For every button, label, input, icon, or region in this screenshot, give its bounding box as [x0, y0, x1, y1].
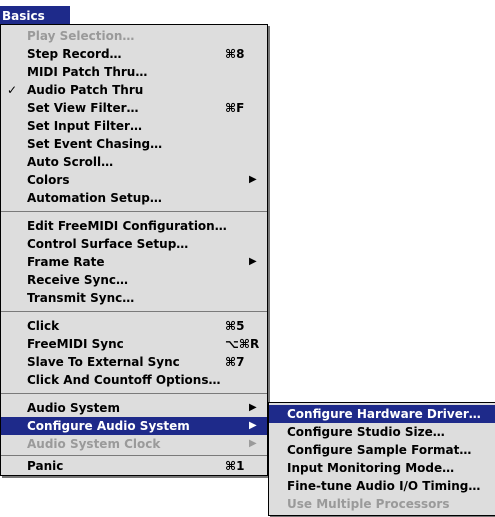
submenu-item-input-monitoring-mode[interactable]: Input Monitoring Mode…: [269, 459, 495, 477]
menu-item-click-and-countoff-options[interactable]: Click And Countoff Options…: [1, 371, 267, 389]
configure-audio-system-submenu: Configure Hardware Driver… Configure Stu…: [268, 402, 495, 516]
menu-item-edit-freemidi-configuration[interactable]: Edit FreeMIDI Configuration…: [1, 217, 267, 235]
submenu-item-label: Configure Hardware Driver…: [287, 407, 481, 421]
menu-item-audio-patch-thru[interactable]: ✓ Audio Patch Thru: [1, 81, 267, 99]
menu-item-receive-sync[interactable]: Receive Sync…: [1, 271, 267, 289]
submenu-item-label: Configure Studio Size…: [287, 425, 445, 439]
menu-item-colors[interactable]: Colors ▶: [1, 171, 267, 189]
menu-item-label: Set View Filter…: [27, 101, 139, 115]
shortcut-label: ⌘F: [225, 101, 245, 115]
shortcut-label: ⌘1: [225, 459, 245, 473]
menu-item-set-event-chasing[interactable]: Set Event Chasing…: [1, 135, 267, 153]
submenu-item-configure-sample-format[interactable]: Configure Sample Format…: [269, 441, 495, 459]
menu-item-label: Step Record…: [27, 47, 122, 61]
menu-item-label: Receive Sync…: [27, 273, 129, 287]
submenu-item-label: Configure Sample Format…: [287, 443, 472, 457]
submenu-item-use-multiple-processors[interactable]: Use Multiple Processors: [269, 495, 495, 513]
menu-item-label: Auto Scroll…: [27, 155, 114, 169]
menu-title[interactable]: Basics: [0, 6, 70, 26]
menu-item-label: Edit FreeMIDI Configuration…: [27, 219, 227, 233]
shortcut-label: ⌥⌘R: [225, 337, 260, 351]
menu-item-label: Configure Audio System: [27, 419, 190, 433]
menu-item-label: Colors: [27, 173, 70, 187]
menu-item-control-surface-setup[interactable]: Control Surface Setup…: [1, 235, 267, 253]
submenu-item-label: Input Monitoring Mode…: [287, 461, 455, 475]
submenu-arrow-icon: ▶: [249, 174, 257, 185]
menu-item-label: Audio Patch Thru: [27, 83, 144, 97]
submenu-item-configure-studio-size[interactable]: Configure Studio Size…: [269, 423, 495, 441]
shortcut-label: ⌘5: [225, 319, 245, 333]
submenu-arrow-icon: ▶: [249, 420, 257, 431]
submenu-item-label: Use Multiple Processors: [287, 497, 450, 511]
menu-separator: [1, 311, 267, 312]
menu-item-slave-to-external-sync[interactable]: Slave To External Sync ⌘7: [1, 353, 267, 371]
menu-item-frame-rate[interactable]: Frame Rate ▶: [1, 253, 267, 271]
menu-item-label: Panic: [27, 459, 64, 473]
menu-item-label: Frame Rate: [27, 255, 105, 269]
menu-separator: [1, 211, 267, 212]
submenu-arrow-icon: ▶: [249, 256, 257, 267]
menu-item-step-record[interactable]: Step Record… ⌘8: [1, 45, 267, 63]
menu-item-label: FreeMIDI Sync: [27, 337, 124, 351]
menu-item-label: Control Surface Setup…: [27, 237, 189, 251]
menu-item-panic[interactable]: Panic ⌘1: [1, 457, 267, 475]
menu-item-label: Slave To External Sync: [27, 355, 180, 369]
menu-item-click[interactable]: Click ⌘5: [1, 317, 267, 335]
menu-item-audio-system-clock[interactable]: Audio System Clock ▶: [1, 435, 267, 453]
menu-item-play-selection[interactable]: Play Selection…: [1, 27, 267, 45]
checkmark-icon: ✓: [7, 83, 18, 97]
menu-item-freemidi-sync[interactable]: FreeMIDI Sync ⌥⌘R: [1, 335, 267, 353]
menu-item-automation-setup[interactable]: Automation Setup…: [1, 189, 267, 207]
submenu-item-fine-tune-audio-io-timing[interactable]: Fine-tune Audio I/O Timing…: [269, 477, 495, 495]
menu-item-label: Transmit Sync…: [27, 291, 135, 305]
shortcut-label: ⌘8: [225, 47, 245, 61]
menu-item-auto-scroll[interactable]: Auto Scroll…: [1, 153, 267, 171]
menu-separator: [1, 455, 267, 456]
submenu-arrow-icon: ▶: [249, 402, 257, 413]
menu-item-label: Set Event Chasing…: [27, 137, 163, 151]
menu-item-label: Audio System: [27, 401, 120, 415]
submenu-item-configure-hardware-driver[interactable]: Configure Hardware Driver…: [269, 405, 495, 423]
menu-item-label: Audio System Clock: [27, 437, 161, 451]
menu-item-midi-patch-thru[interactable]: MIDI Patch Thru…: [1, 63, 267, 81]
submenu-item-label: Fine-tune Audio I/O Timing…: [287, 479, 481, 493]
menu-item-label: Play Selection…: [27, 29, 135, 43]
menu-item-label: Automation Setup…: [27, 191, 162, 205]
menu-item-label: Set Input Filter…: [27, 119, 142, 133]
basics-menu: Play Selection… Step Record… ⌘8 MIDI Pat…: [0, 24, 268, 476]
menu-item-configure-audio-system[interactable]: Configure Audio System ▶: [1, 417, 267, 435]
menu-item-label: Click: [27, 319, 60, 333]
menu-item-label: MIDI Patch Thru…: [27, 65, 148, 79]
menu-item-audio-system[interactable]: Audio System ▶: [1, 399, 267, 417]
shortcut-label: ⌘7: [225, 355, 245, 369]
menu-item-transmit-sync[interactable]: Transmit Sync…: [1, 289, 267, 307]
menu-item-set-view-filter[interactable]: Set View Filter… ⌘F: [1, 99, 267, 117]
menu-item-set-input-filter[interactable]: Set Input Filter…: [1, 117, 267, 135]
submenu-arrow-icon: ▶: [249, 438, 257, 449]
menu-separator: [1, 393, 267, 394]
menu-item-label: Click And Countoff Options…: [27, 373, 221, 387]
